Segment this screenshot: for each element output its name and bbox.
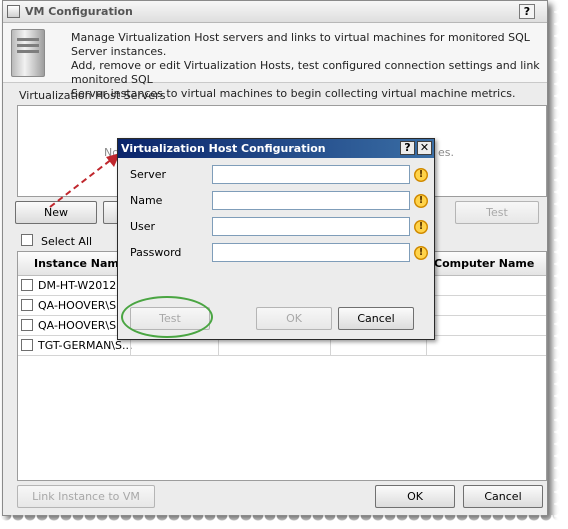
column-instance-name[interactable]: Instance Name (34, 257, 126, 270)
torn-edge-bottom (0, 515, 568, 529)
instance-name-cell: DM-HT-W2012R (38, 279, 124, 292)
name-field[interactable] (212, 191, 410, 210)
instance-name-cell: QA-HOOVER\S... (38, 319, 127, 332)
select-all-label: Select All (41, 235, 93, 248)
user-warning-icon: ! (414, 220, 428, 234)
column-computer-name[interactable]: Computer Name (434, 257, 534, 270)
dialog-ok-button[interactable]: OK (256, 307, 332, 330)
dialog-title: Virtualization Host Configuration (121, 142, 326, 155)
password-label: Password (130, 246, 182, 259)
cancel-button[interactable]: Cancel (463, 485, 543, 508)
highlight-oval (121, 296, 213, 338)
window-titlebar: VM Configuration ? (3, 1, 547, 23)
hosts-section-label: Virtualization Host Servers (19, 89, 166, 102)
hosts-empty-text-tail: es. (438, 146, 454, 159)
row-checkbox[interactable] (21, 299, 33, 311)
dialog-cancel-button[interactable]: Cancel (338, 307, 414, 330)
instance-name-cell: TGT-GERMAN\S... (38, 339, 133, 352)
select-all-checkbox[interactable] (21, 234, 33, 246)
dialog-titlebar: Virtualization Host Configuration ? ✕ (118, 139, 434, 158)
name-warning-icon: ! (414, 194, 428, 208)
user-label: User (130, 220, 156, 233)
app-icon (7, 5, 20, 18)
row-checkbox[interactable] (21, 279, 33, 291)
torn-edge-right (554, 0, 568, 529)
header-panel: Manage Virtualization Host servers and l… (3, 23, 547, 100)
row-checkbox[interactable] (21, 339, 33, 351)
server-label: Server (130, 168, 167, 181)
password-field[interactable] (212, 243, 410, 262)
password-warning-icon: ! (414, 246, 428, 260)
user-field[interactable] (212, 217, 410, 236)
server-icon (11, 29, 45, 77)
help-button[interactable]: ? (519, 4, 535, 19)
ok-button[interactable]: OK (375, 485, 455, 508)
name-label: Name (130, 194, 163, 207)
server-warning-icon: ! (414, 168, 428, 182)
window-title: VM Configuration (25, 5, 133, 18)
server-field[interactable] (212, 165, 410, 184)
link-instance-button[interactable]: Link Instance to VM (17, 485, 155, 508)
row-checkbox[interactable] (21, 319, 33, 331)
instance-name-cell: QA-HOOVER\S... (38, 299, 127, 312)
dialog-close-button[interactable]: ✕ (417, 141, 432, 155)
dialog-help-button[interactable]: ? (400, 141, 415, 155)
test-host-button[interactable]: Test (455, 201, 539, 224)
